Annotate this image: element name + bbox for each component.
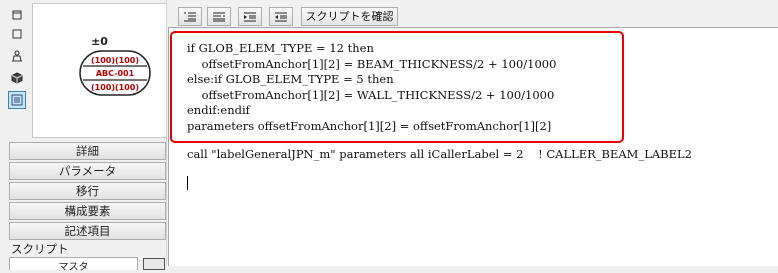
parameters-button[interactable]: パラメータ: [9, 162, 166, 180]
code-line: parameters offsetFromAnchor[1][2] = offs…: [187, 118, 552, 133]
square-icon[interactable]: [9, 26, 25, 42]
code-line: offsetFromAnchor[1][2] = WALL_THICKNESS/…: [187, 87, 555, 102]
code-line: endif:endif: [187, 103, 250, 117]
panel-divider: [166, 0, 167, 265]
cube-icon[interactable]: [9, 70, 25, 86]
script-tab-master[interactable]: マスタ: [9, 257, 138, 273]
components-button[interactable]: 構成要素: [9, 202, 166, 220]
elevation-label: ±0: [91, 35, 108, 48]
details-button[interactable]: 詳細: [9, 142, 166, 160]
preview-panel: ±0 (100)(100) ABC-001 (100)(100): [32, 3, 167, 138]
script-section-label: スクリプト: [11, 242, 69, 256]
indent-list-icon[interactable]: [178, 7, 202, 26]
script-window-icon[interactable]: [143, 258, 165, 270]
window-icon[interactable]: [9, 7, 25, 23]
call-line: call "labelGeneralJPN_m" parameters all …: [187, 147, 692, 161]
list-view-icon[interactable]: [8, 91, 26, 109]
text-caret: [187, 176, 188, 190]
increase-indent-icon[interactable]: [238, 7, 262, 26]
code-line: if GLOB_ELEM_TYPE = 12 then: [187, 41, 374, 55]
descriptors-button[interactable]: 記述項目: [9, 222, 166, 240]
decrease-indent-icon[interactable]: [269, 7, 293, 26]
code-line: offsetFromAnchor[1][2] = BEAM_THICKNESS/…: [187, 56, 557, 71]
label-bottom-text: (100)(100): [90, 83, 140, 92]
check-script-button[interactable]: スクリプトを確認: [301, 7, 398, 26]
person-3d-icon[interactable]: [9, 48, 25, 64]
outdent-list-icon[interactable]: [207, 7, 231, 26]
label-mid-text: ABC-001: [95, 69, 135, 78]
code-line: else:if GLOB_ELEM_TYPE = 5 then: [187, 72, 394, 86]
migration-button[interactable]: 移行: [9, 182, 166, 200]
label-top-text: (100)(100): [90, 56, 140, 65]
